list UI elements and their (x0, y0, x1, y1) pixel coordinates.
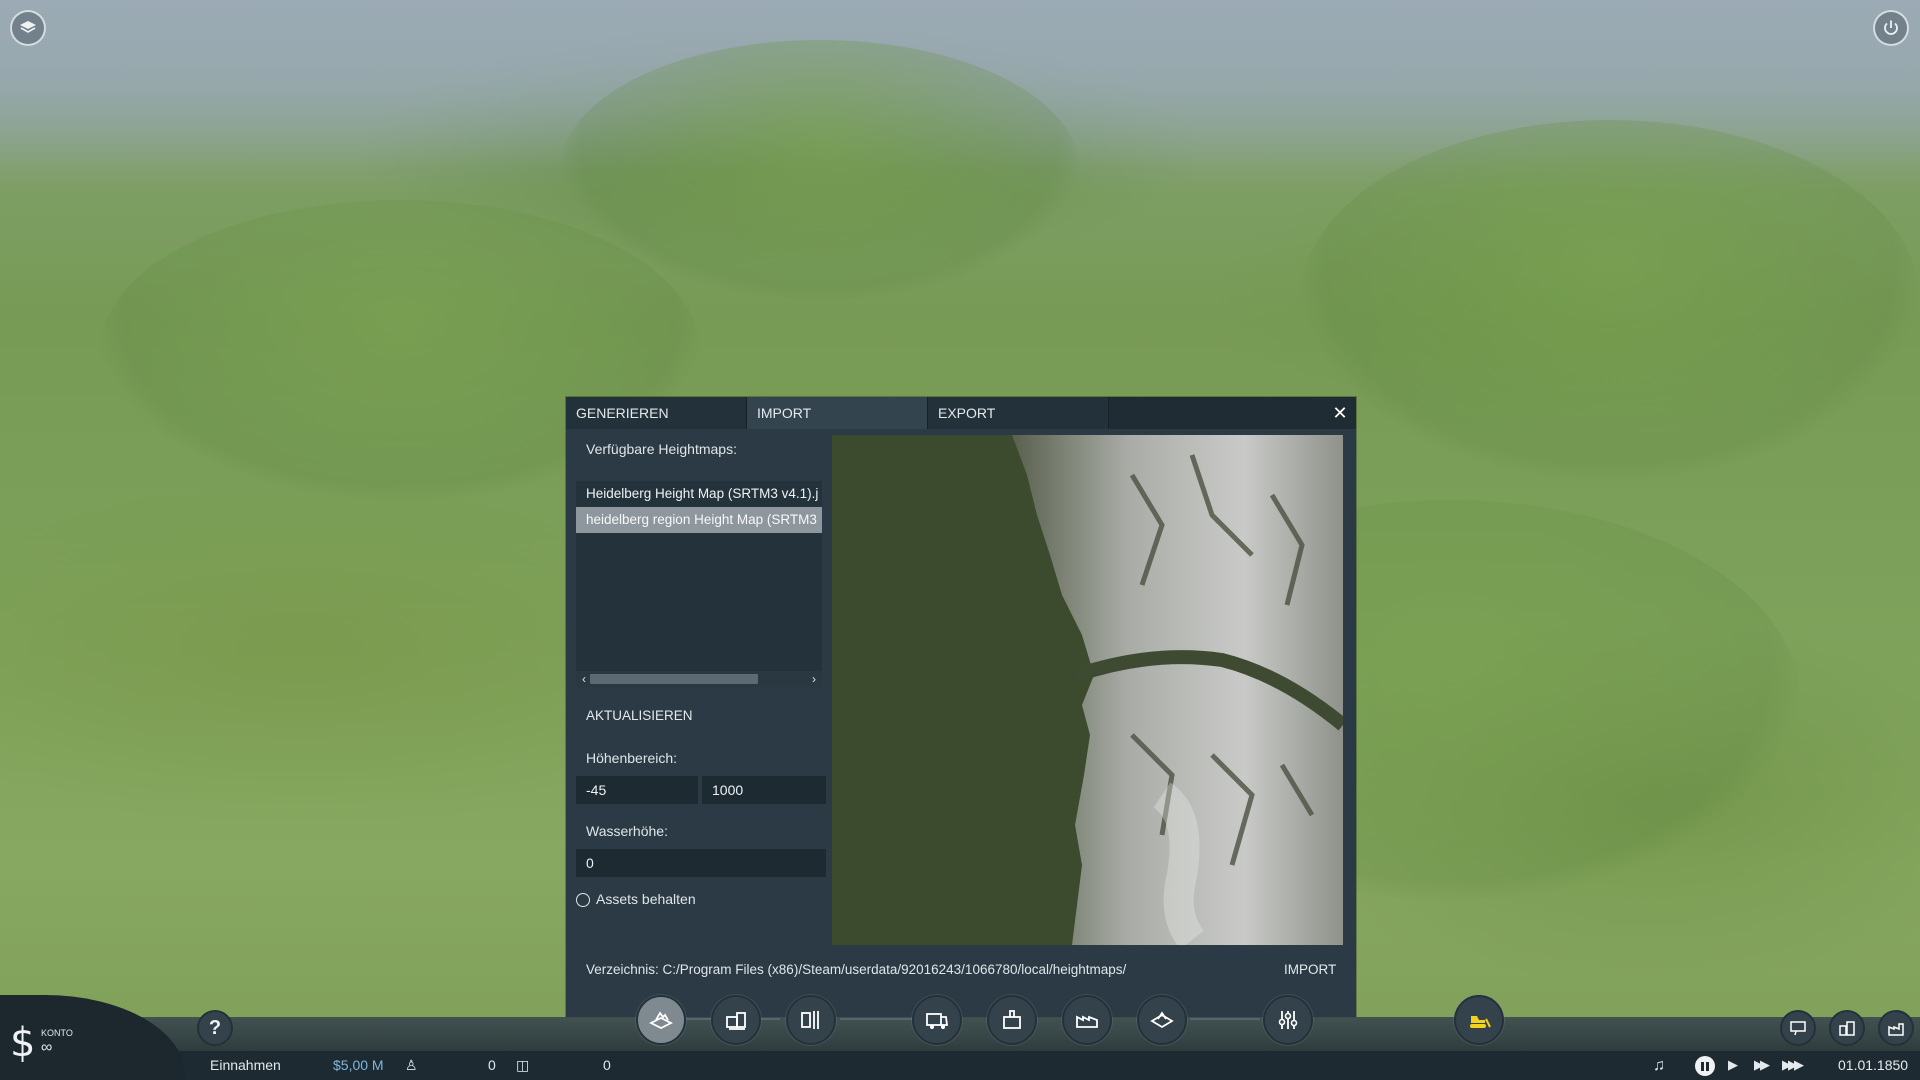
tab-export[interactable]: EXPORT (928, 397, 1109, 429)
settings-sliders-button[interactable] (1263, 995, 1313, 1045)
keep-assets-checkbox[interactable] (576, 893, 590, 907)
water-height-input[interactable]: 0 (576, 849, 826, 877)
town-icon (1003, 1010, 1021, 1029)
fast-forward-icon[interactable]: ▶▶ (1754, 1057, 1770, 1073)
available-heightmaps-label: Verfügbare Heightmaps: (586, 441, 737, 457)
passenger-count: 0 (488, 1057, 496, 1073)
tab-import[interactable]: IMPORT (747, 397, 928, 429)
layers-button[interactable] (10, 10, 46, 46)
industries-list-button[interactable] (1878, 1010, 1914, 1046)
help-icon: ? (208, 1016, 222, 1039)
tab-generieren[interactable]: GENERIEREN (566, 397, 747, 429)
power-button[interactable] (1873, 10, 1909, 46)
heightmap-preview-image (832, 435, 1343, 945)
height-range-label: Höhenbereich: (586, 750, 678, 766)
train-station-button[interactable] (786, 995, 836, 1045)
scroll-thumb[interactable] (590, 674, 758, 684)
cargo-icon: ◫ (516, 1057, 530, 1073)
town-button[interactable] (987, 995, 1037, 1045)
currency-icon: $ (10, 1020, 36, 1066)
settings-sliders-icon (1278, 1011, 1298, 1029)
scroll-right-icon[interactable]: › (806, 671, 822, 687)
keep-assets-label: Assets behalten (596, 891, 696, 907)
terrain-button[interactable] (636, 995, 686, 1045)
bulldozer-button[interactable] (1454, 995, 1504, 1045)
music-icon[interactable]: ♫ (1653, 1057, 1665, 1075)
fastest-forward-icon[interactable]: ▶▶▶ (1782, 1057, 1804, 1073)
map-icon (1150, 1011, 1174, 1029)
industry-button[interactable] (1062, 995, 1112, 1045)
vehicle-depot-button[interactable] (912, 995, 962, 1045)
heightmap-list[interactable]: Heidelberg Height Map (SRTM3 v4.1).j hei… (576, 481, 822, 687)
water-height-label: Wasserhöhe: (586, 823, 668, 839)
refresh-button[interactable]: AKTUALISIEREN (586, 708, 693, 723)
vehicle-depot-icon (926, 1013, 949, 1029)
industry-icon (1076, 1015, 1098, 1028)
status-bar (0, 1051, 1920, 1080)
pause-icon (1701, 1061, 1709, 1071)
directory-text: Verzeichnis: C:/Program Files (x86)/Stea… (586, 962, 1127, 977)
train-station-icon (801, 1011, 819, 1029)
height-min-input[interactable]: -45 (576, 776, 698, 804)
game-date: 01.01.1850 (1838, 1057, 1909, 1073)
industries-list-icon (1888, 1023, 1904, 1036)
terrain-hill (1300, 120, 1920, 480)
town-building-button[interactable] (711, 995, 761, 1045)
heightmap-preview (832, 435, 1343, 945)
list-item[interactable]: heidelberg region Height Map (SRTM3 (576, 507, 822, 533)
cargo-count: 0 (603, 1057, 611, 1073)
import-button[interactable]: IMPORT (1284, 962, 1336, 977)
towns-list-button[interactable] (1829, 1010, 1865, 1046)
layers-icon (20, 21, 36, 33)
account-panel: $ KONTO ∞ (0, 995, 185, 1080)
pause-button[interactable] (1695, 1056, 1715, 1076)
map-button[interactable] (1137, 995, 1187, 1045)
town-building-icon (726, 1012, 746, 1030)
help-button[interactable]: ? (197, 1010, 233, 1046)
messages-icon (1790, 1021, 1806, 1036)
income-value: $5,00 M (333, 1057, 384, 1073)
height-max-input[interactable]: 1000 (702, 776, 826, 804)
dialog-tabs: GENERIEREN IMPORT EXPORT ✕ (566, 397, 1356, 429)
toolbar-connector (1190, 1018, 1260, 1020)
account-label: KONTO (41, 1028, 73, 1038)
bulldozer-icon (1470, 1016, 1491, 1028)
horizontal-scrollbar[interactable]: ‹ › (576, 671, 822, 687)
play-icon[interactable]: ▶ (1728, 1057, 1738, 1073)
towns-list-icon (1839, 1021, 1855, 1036)
income-label: Einnahmen (210, 1057, 281, 1073)
passenger-icon: ♙ (405, 1057, 418, 1073)
account-value: ∞ (41, 1039, 53, 1056)
list-item[interactable]: Heidelberg Height Map (SRTM3 v4.1).j (576, 481, 822, 507)
messages-button[interactable] (1780, 1010, 1816, 1046)
close-icon[interactable]: ✕ (1324, 397, 1356, 429)
tab-spacer (1109, 397, 1324, 429)
terrain-icon (648, 1011, 674, 1030)
power-icon (1884, 20, 1898, 35)
heightmap-dialog: GENERIEREN IMPORT EXPORT ✕ Verfügbare He… (566, 397, 1356, 1017)
